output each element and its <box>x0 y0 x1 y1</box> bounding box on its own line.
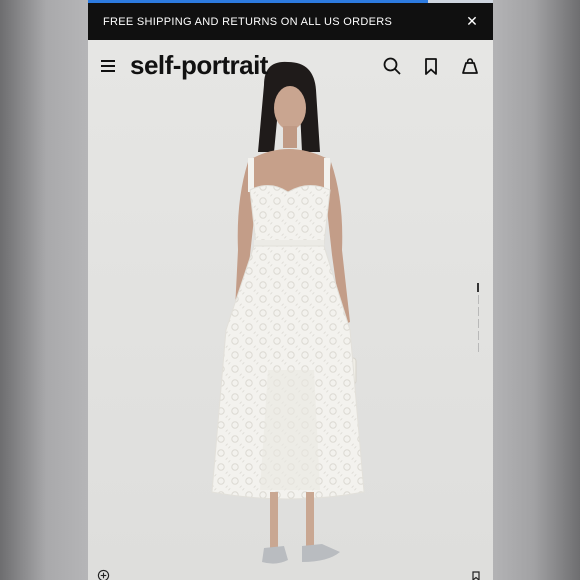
gallery-dot[interactable] <box>477 283 479 292</box>
zoom-plus-icon[interactable] <box>97 569 110 580</box>
announcement-text: FREE SHIPPING AND RETURNS ON ALL US ORDE… <box>103 15 393 28</box>
gallery-indicator[interactable] <box>477 283 479 353</box>
product-photo[interactable] <box>88 40 493 580</box>
bag-icon[interactable] <box>460 56 480 76</box>
gallery-dot[interactable] <box>477 319 479 328</box>
search-icon[interactable] <box>382 56 402 76</box>
hamburger-icon[interactable] <box>101 60 115 72</box>
close-icon[interactable]: ✕ <box>463 12 481 30</box>
gallery-dot[interactable] <box>477 331 479 340</box>
brand-logo[interactable]: self-portrait <box>130 50 268 81</box>
phone-screen: FREE SHIPPING AND RETURNS ON ALL US ORDE… <box>88 0 493 580</box>
bookmark-icon[interactable] <box>471 571 481 580</box>
gallery-dot[interactable] <box>477 307 479 316</box>
announcement-bar: FREE SHIPPING AND RETURNS ON ALL US ORDE… <box>88 3 493 40</box>
gallery-dot[interactable] <box>477 295 479 304</box>
bookmark-icon[interactable] <box>421 56 441 76</box>
site-header: self-portrait <box>88 40 493 92</box>
gallery-dot[interactable] <box>477 343 479 352</box>
